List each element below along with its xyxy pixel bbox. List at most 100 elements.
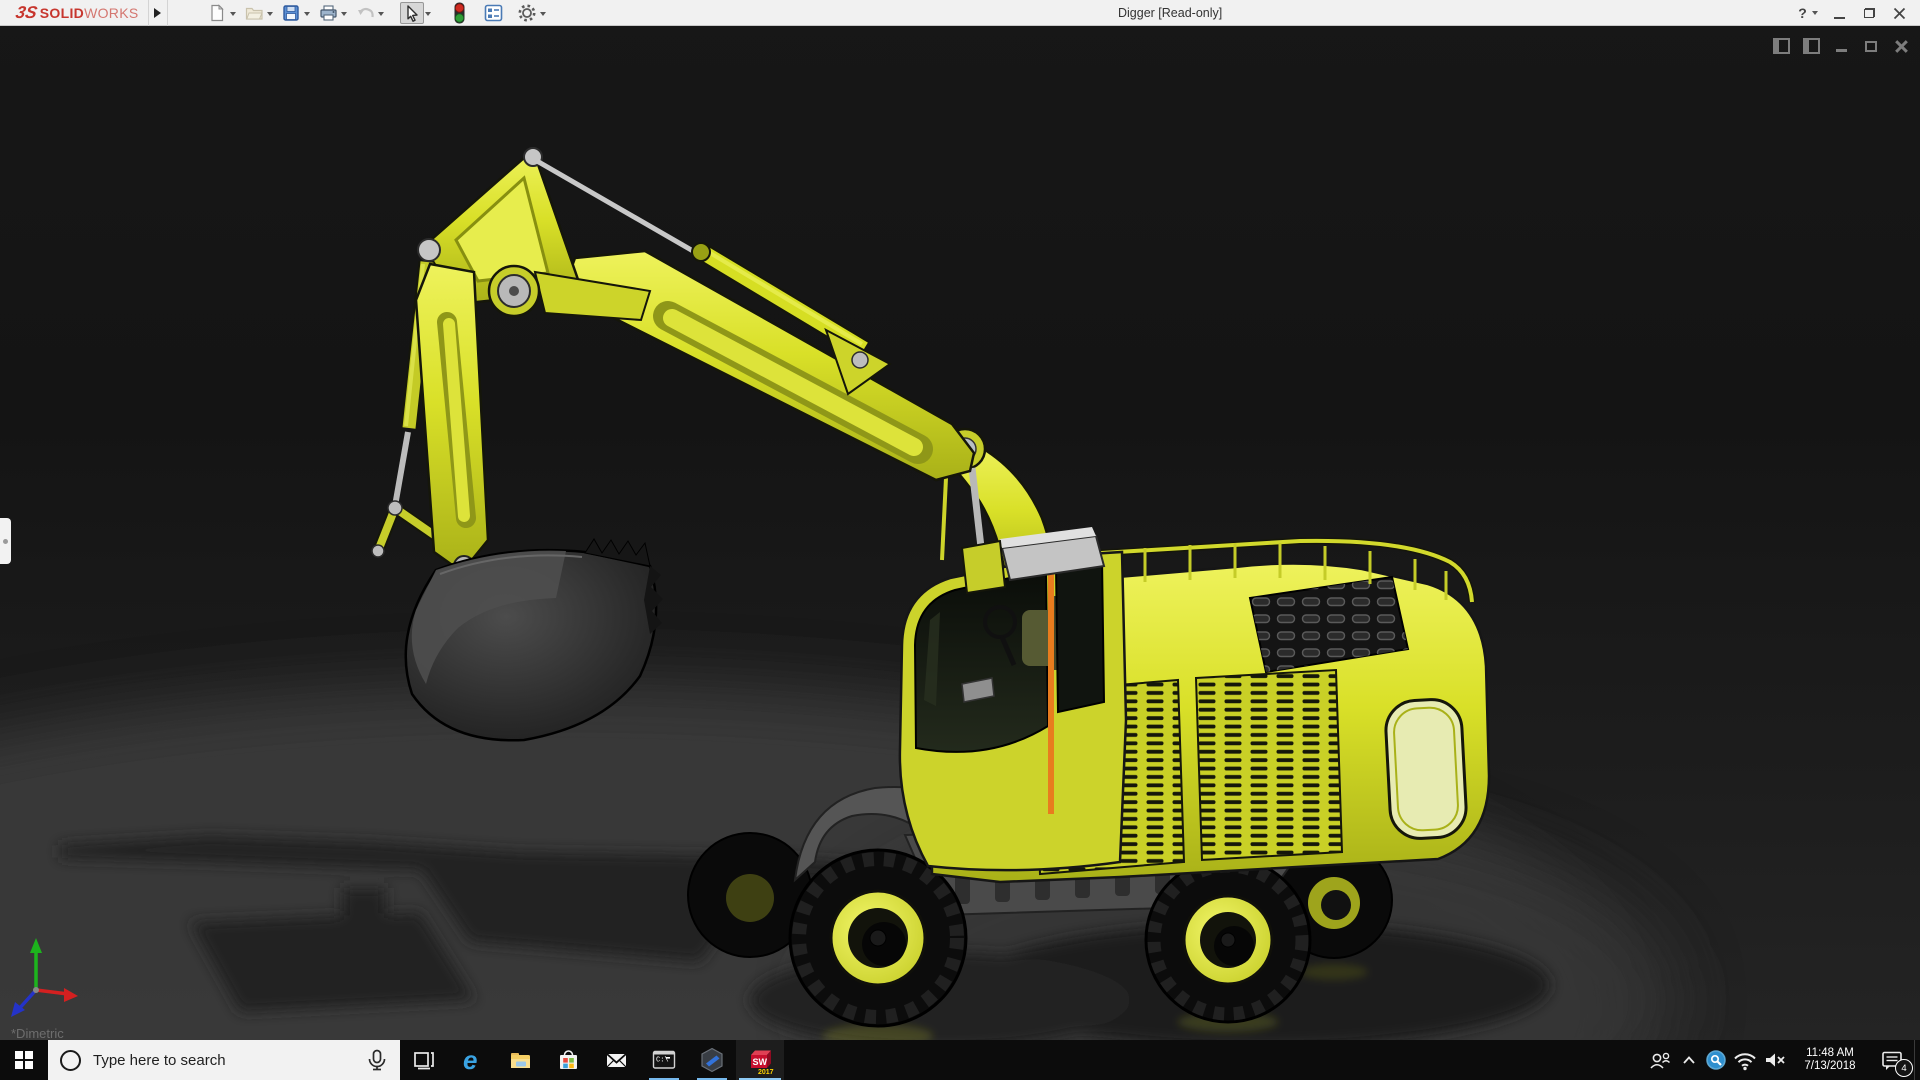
wheel-rear	[1144, 856, 1312, 1024]
doc-minimize-button[interactable]	[1832, 38, 1850, 54]
pane-toggle-button[interactable]	[1802, 38, 1820, 54]
save-button[interactable]	[279, 2, 303, 24]
gear-icon	[518, 4, 536, 22]
volume-button[interactable]	[1760, 1040, 1790, 1080]
pin	[417, 238, 441, 262]
pane-icon	[1772, 38, 1790, 54]
window-controls: ?	[1794, 0, 1914, 26]
new-document-button[interactable]	[205, 2, 229, 24]
side-window	[1054, 558, 1106, 714]
close-icon	[1895, 40, 1907, 52]
titlebar: 3S SOLID WORKS Digger [Read-only] ?	[0, 0, 1920, 26]
notification-badge: 4	[1895, 1059, 1913, 1077]
dropdown-caret-icon[interactable]	[304, 11, 310, 19]
search-input[interactable]: Type here to search	[48, 1040, 400, 1080]
quick-toolbar	[205, 0, 552, 26]
microphone-icon[interactable]	[364, 1047, 390, 1073]
windows-logo-icon	[15, 1051, 33, 1069]
taskbar: Type here to search e C:\ SW 2017 11:48 …	[0, 1040, 1920, 1080]
search-placeholder: Type here to search	[93, 1051, 226, 1069]
undo-button[interactable]	[353, 2, 377, 24]
solidworks-logo: 3S SOLID WORKS	[0, 0, 150, 26]
show-hidden-icons-button[interactable]	[1676, 1040, 1702, 1080]
pane-icon	[1802, 38, 1820, 54]
pin	[851, 351, 869, 369]
mail-button[interactable]	[592, 1040, 640, 1080]
solidworks-2017-button[interactable]: SW 2017	[736, 1040, 784, 1080]
screen: 3S SOLID WORKS Digger [Read-only] ? *Dim…	[0, 0, 1920, 1080]
file-explorer-icon	[510, 1052, 530, 1068]
dropdown-caret-icon[interactable]	[425, 11, 431, 19]
blue-globe-tool-icon	[1706, 1050, 1726, 1070]
graphics-area[interactable]: *Dimetric	[0, 26, 1920, 1040]
clock[interactable]: 11:48 AM 7/13/2018	[1790, 1040, 1870, 1080]
edrawings-button[interactable]	[688, 1040, 736, 1080]
rebuild-indicator-button[interactable]	[447, 2, 471, 24]
select-cursor-icon	[406, 5, 418, 22]
wifi-button[interactable]	[1730, 1040, 1760, 1080]
minimize-icon	[1833, 16, 1845, 19]
dropdown-caret-icon[interactable]	[230, 11, 236, 19]
dropdown-caret-icon[interactable]	[341, 11, 347, 19]
microsoft-edge-button[interactable]: e	[448, 1040, 496, 1080]
dropdown-caret-icon[interactable]	[378, 11, 384, 19]
logo-works: WORKS	[84, 4, 139, 21]
solidworks-2017-icon: SW 2017	[751, 1050, 774, 1075]
microsoft-store-button[interactable]	[544, 1040, 592, 1080]
dassault-mark: 3S	[14, 2, 39, 22]
doc-restore-button[interactable]	[1862, 38, 1880, 54]
doc-close-button[interactable]	[1892, 38, 1910, 54]
restore-icon	[1863, 8, 1875, 18]
undo-arrow-icon	[357, 7, 374, 18]
open-button[interactable]	[242, 2, 266, 24]
edge-icon: e	[463, 1046, 477, 1074]
show-desktop-button[interactable]	[1914, 1040, 1920, 1080]
store-icon	[559, 1049, 577, 1069]
digger-3d-model[interactable]	[0, 26, 1920, 1040]
save-floppy-icon	[283, 5, 299, 21]
command-prompt-button[interactable]: C:\	[640, 1040, 688, 1080]
file-explorer-button[interactable]	[496, 1040, 544, 1080]
document-title: Digger [Read-only]	[1118, 6, 1223, 20]
command-prompt-icon: C:\	[652, 1050, 676, 1069]
close-button[interactable]	[1884, 0, 1914, 26]
traffic-light-icon	[454, 2, 464, 24]
chevron-up-icon	[1683, 1056, 1695, 1064]
action-center-button[interactable]: 4	[1870, 1040, 1914, 1080]
display-pane-icon	[484, 4, 502, 22]
wifi-icon	[1734, 1053, 1756, 1071]
featuremanager-collapsed-tab[interactable]	[0, 518, 11, 564]
task-view-icon	[414, 1052, 434, 1070]
wheel-front	[788, 848, 968, 1028]
system-tray: 11:48 AM 7/13/2018 4	[1644, 1040, 1920, 1080]
dropdown-caret-icon[interactable]	[267, 11, 273, 19]
dropdown-caret-icon[interactable]	[540, 11, 546, 19]
print-button[interactable]	[316, 2, 340, 24]
document-window-controls	[1772, 38, 1910, 54]
close-icon	[1893, 7, 1905, 19]
options-button[interactable]	[515, 2, 539, 24]
svg-text:SW: SW	[753, 1057, 768, 1067]
edrawings-hexagon-icon	[701, 1047, 723, 1073]
svg-text:2017: 2017	[758, 1069, 774, 1075]
display-pane-button[interactable]	[481, 2, 505, 24]
volume-muted-icon	[1766, 1053, 1785, 1067]
minimize-icon	[1835, 49, 1847, 52]
menu-flyout-button[interactable]	[149, 0, 169, 26]
task-view-button[interactable]	[400, 1040, 448, 1080]
solidworks-monitor-tray-button[interactable]	[1702, 1040, 1730, 1080]
restore-button[interactable]	[1854, 0, 1884, 26]
pane-toggle-button[interactable]	[1772, 38, 1790, 54]
drag-dot-icon	[3, 538, 8, 544]
rear-window	[1384, 698, 1468, 840]
flyout-arrow-icon	[154, 7, 166, 18]
select-button[interactable]	[400, 2, 424, 24]
minimize-button[interactable]	[1824, 0, 1854, 26]
dropdown-caret-icon	[1812, 10, 1818, 18]
help-button[interactable]: ?	[1794, 0, 1824, 26]
svg-text:e: e	[463, 1046, 477, 1074]
start-button[interactable]	[0, 1040, 48, 1080]
tray-date: 7/13/2018	[1804, 1060, 1856, 1072]
open-folder-icon	[245, 7, 263, 20]
people-button[interactable]	[1644, 1040, 1676, 1080]
